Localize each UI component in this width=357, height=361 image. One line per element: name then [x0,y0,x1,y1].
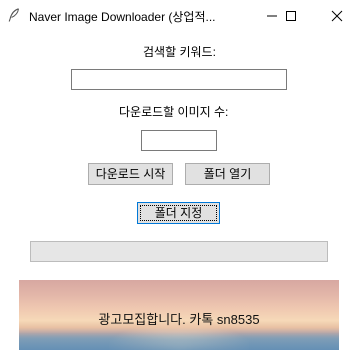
feather-icon [8,8,20,22]
app-window: Naver Image Downloader (상업적... 검색할 키워드: … [0,0,357,361]
count-input[interactable] [141,130,217,151]
set-folder-label: 폴더 지정 [154,206,203,220]
close-icon[interactable] [320,0,354,31]
window-title: Naver Image Downloader (상업적... [29,10,216,24]
keyword-label: 검색할 키워드: [143,45,216,59]
start-download-label: 다운로드 시작 [95,167,166,181]
open-folder-label: 폴더 열기 [203,167,252,181]
sea-horizon [19,332,339,350]
title-bar[interactable]: Naver Image Downloader (상업적... [0,0,357,31]
start-download-button[interactable]: 다운로드 시작 [88,163,173,185]
download-progress-bar [30,241,328,262]
set-folder-button[interactable]: 폴더 지정 [137,202,220,224]
open-folder-button[interactable]: 폴더 열기 [185,163,270,185]
ad-text: 광고모집합니다. 카톡 sn8535 [98,312,260,327]
ad-banner[interactable]: 광고모집합니다. 카톡 sn8535 [19,280,339,350]
keyword-input[interactable] [71,69,287,90]
count-label: 다운로드할 이미지 수: [119,105,229,119]
maximize-icon[interactable] [274,0,308,31]
